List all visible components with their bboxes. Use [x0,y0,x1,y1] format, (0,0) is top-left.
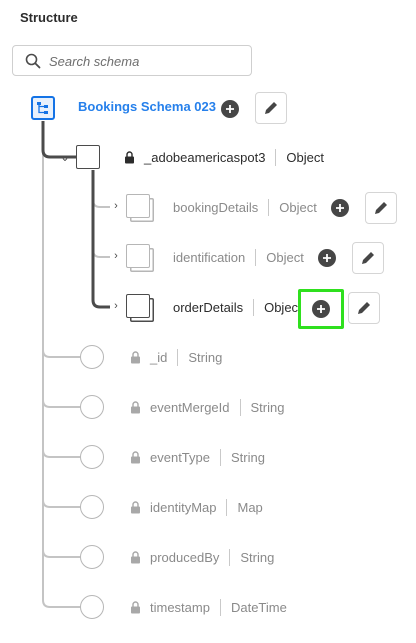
field-row-timestamp[interactable]: timestamp DateTime [130,598,287,616]
field-name: producedBy [150,549,220,565]
field-icon [80,395,104,419]
object-icon [76,145,100,169]
field-name: eventType [150,449,210,465]
lock-icon [131,500,140,513]
chevron-down-icon[interactable]: ⌄ [59,151,71,164]
edit-orderdetails-button[interactable] [348,292,380,324]
search-icon [25,53,41,69]
field-type: Object [279,199,317,215]
field-name: identityMap [150,499,217,515]
field-row-identitymap[interactable]: identityMap Map [130,498,263,516]
field-type: String [231,449,265,465]
lock-icon [131,350,140,363]
tenant-row[interactable]: _adobeamericaspot3 Object [124,148,324,166]
divider [253,298,255,316]
edit-bookingdetails-button[interactable] [365,192,397,224]
field-type: String [240,549,275,565]
chevron-right-icon[interactable]: › [110,250,122,262]
field-type: String [250,399,285,415]
pencil-icon [358,302,370,314]
add-icon [318,249,336,267]
field-row-id[interactable]: _id String [130,348,222,366]
search-box[interactable] [12,45,252,76]
field-name: identification [173,249,246,265]
divider [239,398,241,416]
field-name: _id [150,349,168,365]
field-icon [80,445,104,469]
field-type: Object [286,149,324,165]
divider [219,598,221,616]
field-row-bookingdetails[interactable]: bookingDetails Object [173,198,317,216]
lock-icon [125,150,134,163]
field-row-producedby[interactable]: producedBy String [130,548,274,566]
divider [275,148,277,166]
field-row-eventmergeid[interactable]: eventMergeId String [130,398,284,416]
divider [220,448,221,466]
add-icon [312,300,330,318]
field-icon [80,495,104,519]
field-name: orderDetails [173,299,244,315]
lock-icon [131,600,140,613]
object-icon [126,294,150,318]
field-icon [80,595,104,619]
add-field-orderdetails-button[interactable] [298,289,344,329]
lock-icon [131,400,140,413]
field-name: _adobeamericaspot3 [144,149,266,165]
chevron-right-icon[interactable]: › [110,300,122,312]
field-type: String [188,349,223,365]
field-name: eventMergeId [150,399,230,415]
divider [226,498,228,516]
divider [268,198,270,216]
object-icon [126,194,150,218]
add-icon [331,199,349,217]
field-row-eventtype[interactable]: eventType String [130,448,265,466]
field-type: Object [266,249,304,265]
panel-title: Structure [20,10,78,25]
field-type: Map [237,499,263,515]
object-icon [126,244,150,268]
add-icon [221,100,239,118]
field-row-identification[interactable]: identification Object [173,248,304,266]
divider [229,548,231,566]
pencil-icon [375,202,387,214]
field-icon [80,545,104,569]
field-row-orderdetails[interactable]: orderDetails Objec [173,298,298,316]
lock-icon [131,450,140,463]
divider [177,348,179,366]
add-field-root-button[interactable] [214,93,246,125]
search-input[interactable] [49,50,245,72]
field-type: Objec [264,299,299,315]
schema-icon [31,96,55,120]
schema-title[interactable]: Bookings Schema 023 [78,99,216,114]
pencil-icon [265,102,277,114]
field-type: DateTime [230,599,287,615]
add-field-identification-button[interactable] [311,242,343,274]
add-field-bookingdetails-button[interactable] [324,192,356,224]
pencil-icon [362,252,374,264]
divider [255,248,257,266]
field-name: bookingDetails [173,199,259,215]
lock-icon [131,550,140,563]
chevron-right-icon[interactable]: › [110,200,122,212]
field-name: timestamp [150,599,210,615]
field-icon [80,345,104,369]
edit-identification-button[interactable] [352,242,384,274]
edit-root-button[interactable] [255,92,287,124]
